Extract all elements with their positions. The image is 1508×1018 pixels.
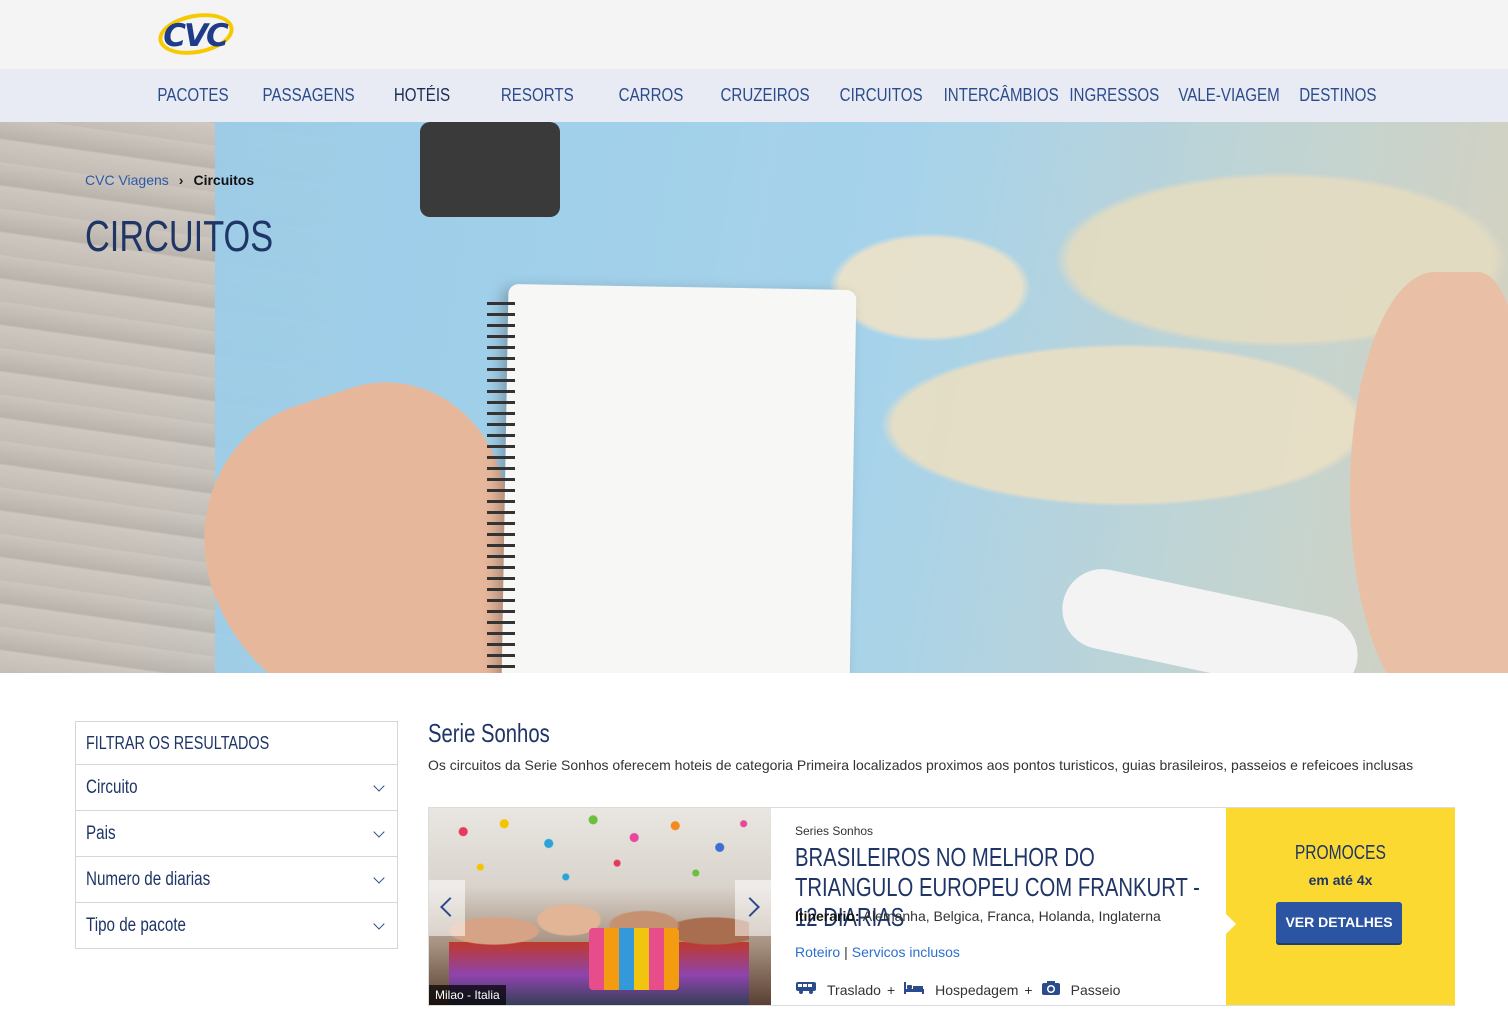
photo-prev-button[interactable] bbox=[429, 880, 465, 936]
nav-item-pacotes[interactable]: PACOTES bbox=[157, 69, 229, 122]
photo-gifts bbox=[589, 928, 679, 990]
nav-item-destinos[interactable]: DESTINOS bbox=[1299, 69, 1376, 122]
nav-item-ingressos[interactable]: INGRESSOS bbox=[1069, 69, 1159, 122]
chevron-down-icon bbox=[373, 918, 385, 930]
circuit-links: Roteiro | Servicos inclusos bbox=[795, 944, 960, 960]
circuit-info: Series Sonhos BRASILEIROS NO MELHOR DO T… bbox=[795, 808, 1225, 1005]
chevron-down-icon bbox=[373, 780, 385, 792]
breadcrumb-home-link[interactable]: CVC Viagens bbox=[85, 172, 169, 188]
chevron-right-icon bbox=[740, 897, 760, 917]
chevron-down-icon bbox=[373, 826, 385, 838]
filter-circuito-label: Circuito bbox=[86, 777, 138, 798]
photo-next-button[interactable] bbox=[735, 880, 771, 936]
breadcrumb-current: Circuitos bbox=[193, 172, 255, 188]
filter-numero-de-diarias[interactable]: Numero de diarias bbox=[76, 857, 397, 903]
series-title: Serie Sonhos bbox=[428, 718, 550, 748]
circuit-card: Milao - Italia Series Sonhos BRASILEIROS… bbox=[428, 807, 1455, 1006]
service-plus: + bbox=[1024, 981, 1033, 998]
top-header: CVC bbox=[0, 0, 1508, 69]
roteiro-link[interactable]: Roteiro bbox=[795, 944, 840, 960]
filter-circuito[interactable]: Circuito bbox=[76, 765, 397, 811]
chevron-left-icon bbox=[440, 897, 460, 917]
nav-item-passagens[interactable]: PASSAGENS bbox=[262, 69, 354, 122]
promo-title-label: PROMOCES bbox=[1294, 842, 1387, 864]
service-passeio-label: Passeio bbox=[1070, 981, 1121, 998]
itinerary-label: Itinerario: bbox=[795, 908, 860, 924]
chevron-down-icon bbox=[373, 872, 385, 884]
hero-notebook-image bbox=[501, 283, 857, 673]
bed-icon bbox=[903, 981, 925, 998]
included-services: Traslado + Hospedagem + Passeio bbox=[795, 980, 1126, 999]
filter-tipo-de-pacote[interactable]: Tipo de pacote bbox=[76, 903, 397, 949]
filter-heading: FILTRAR OS RESULTADOS bbox=[76, 722, 397, 765]
link-divider: | bbox=[844, 944, 848, 960]
filter-panel: FILTRAR OS RESULTADOS Circuito Pais Nume… bbox=[75, 721, 398, 949]
filter-pais-label: Pais bbox=[86, 823, 116, 844]
logo-text: CVC bbox=[163, 18, 229, 54]
service-plus: + bbox=[886, 981, 896, 998]
nav-item-circuitos[interactable]: CIRCUITOS bbox=[840, 69, 923, 122]
itinerary-value: Alemanha, Belgica, Franca, Holanda, Ingl… bbox=[862, 908, 1161, 924]
promo-installments: em até 4x bbox=[1308, 872, 1373, 888]
photo-caption: Milao - Italia bbox=[429, 985, 506, 1005]
ver-detalhes-button[interactable]: VER DETALHES bbox=[1276, 902, 1402, 943]
nav-item-vale-viagem[interactable]: VALE-VIAGEM bbox=[1178, 69, 1279, 122]
circuit-itinerary: Itinerario: Alemanha, Belgica, Franca, H… bbox=[795, 908, 1161, 924]
promo-title: PROMOCES bbox=[1226, 842, 1455, 865]
filter-numero-de-diarias-label: Numero de diarias bbox=[86, 869, 211, 890]
nav-item-intercambios[interactable]: INTERCÂMBIOS bbox=[944, 69, 1059, 122]
nav-item-resorts[interactable]: RESORTS bbox=[501, 69, 574, 122]
filter-pais[interactable]: Pais bbox=[76, 811, 397, 857]
breadcrumb: CVC Viagens › Circuitos bbox=[85, 172, 254, 188]
hero-notebook-rings bbox=[487, 302, 515, 672]
series-description: Os circuitos da Serie Sonhos oferecem ho… bbox=[428, 757, 1414, 773]
circuit-photo: Milao - Italia bbox=[429, 808, 771, 1005]
servicos-inclusos-link[interactable]: Servicos inclusos bbox=[852, 944, 960, 960]
hero-camera-image bbox=[420, 122, 560, 217]
camera-icon bbox=[1041, 980, 1061, 999]
bus-icon bbox=[795, 981, 817, 998]
circuit-series-label: Series Sonhos bbox=[795, 824, 874, 838]
service-hospedagem-label: Hospedagem bbox=[935, 981, 1019, 998]
cvc-logo[interactable]: CVC bbox=[152, 7, 238, 61]
page-title: CIRCUITOS bbox=[85, 212, 274, 261]
hero-banner bbox=[0, 122, 1508, 673]
nav-item-cruzeiros[interactable]: CRUZEIROS bbox=[720, 69, 809, 122]
filter-tipo-de-pacote-label: Tipo de pacote bbox=[86, 915, 186, 936]
nav-item-hoteis[interactable]: HOTÉIS bbox=[392, 69, 452, 122]
nav-item-carros[interactable]: CARROS bbox=[618, 69, 684, 122]
breadcrumb-separator: › bbox=[178, 172, 184, 188]
main-nav: PACOTES PASSAGENS HOTÉIS RESORTS CARROS … bbox=[0, 69, 1508, 122]
promo-panel: PROMOCES em até 4x VER DETALHES bbox=[1226, 808, 1455, 1005]
filter-heading-label: FILTRAR OS RESULTADOS bbox=[86, 733, 270, 753]
service-traslado-label: Traslado bbox=[827, 981, 881, 998]
